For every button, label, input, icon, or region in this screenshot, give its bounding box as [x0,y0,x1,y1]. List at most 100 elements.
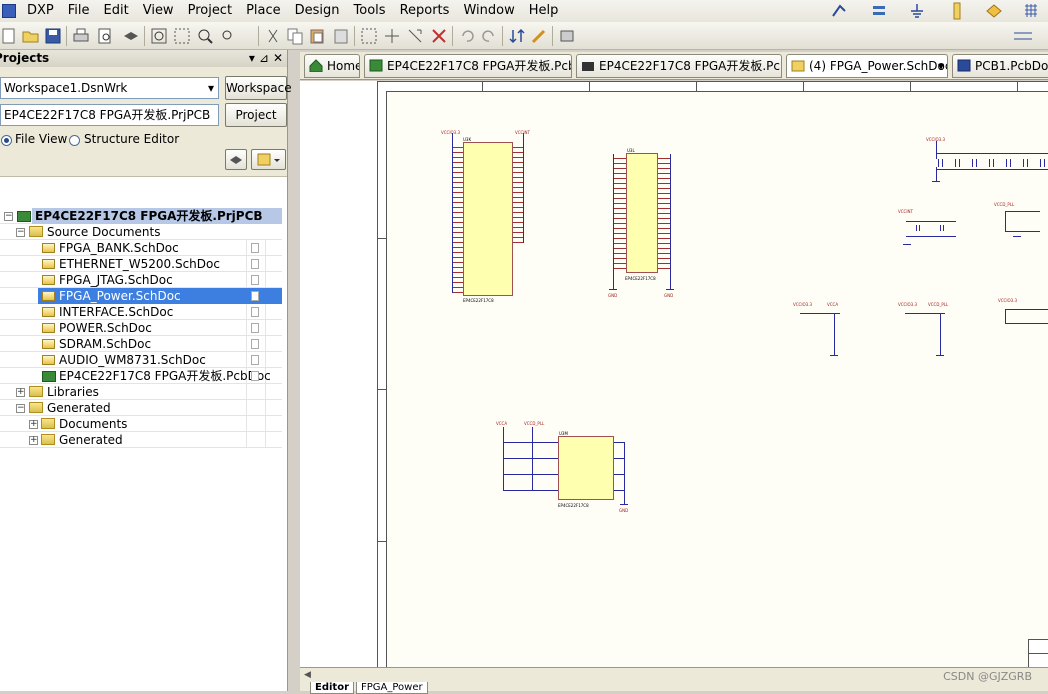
tab-fpga-power-active[interactable]: (4) FPGA_Power.SchDoc ▾ [786,54,948,78]
workspace-select[interactable]: Workspace1.DsnWrk ▾ [0,77,219,99]
panel-menu-icon[interactable]: ▾ [249,50,255,67]
tree-document[interactable]: FPGA_BANK.SchDoc [59,240,179,256]
undo-icon[interactable] [458,27,476,45]
panel-pin-icon[interactable]: ⊿ [259,50,269,67]
bottom-bar: Editor FPGA_Power [300,667,1048,694]
menu-design[interactable]: Design [288,0,347,22]
grid-tool-icon[interactable] [1022,0,1040,22]
menu-view[interactable]: View [136,0,181,22]
tree-generated-generated[interactable]: Generated [59,432,123,448]
select-area-icon[interactable] [360,27,378,45]
deselect-icon[interactable] [430,27,448,45]
tree-document[interactable]: ETHERNET_W5200.SchDoc [59,256,220,272]
tab-pcb1-label: PCB1.PcbDoc.I [975,59,1048,73]
net-label-vcca: VCCA [496,421,508,426]
cut-icon[interactable] [264,27,282,45]
tab-pcblib[interactable]: EP4CE22F17C8 FPGA开发板.PcbLib [576,54,782,78]
project-button[interactable]: Project [225,103,287,127]
zoom-fit-icon[interactable] [150,27,168,45]
tree-libraries[interactable]: Libraries [47,384,99,400]
tab-dropdown-chevron-icon[interactable]: ▾ [938,55,944,77]
menu-project[interactable]: Project [181,0,239,22]
folder-icon [29,402,43,413]
tree-document-selected[interactable]: FPGA_Power.SchDoc [59,288,181,304]
move-icon[interactable] [383,27,401,45]
hierarchy-icon[interactable] [508,27,526,45]
copy-icon[interactable] [286,27,304,45]
ground-tool-icon[interactable] [908,0,926,22]
move-selection-icon[interactable] [406,27,424,45]
scroll-left-icon[interactable]: ◀ [304,670,311,680]
tab-fpga-power-bottom[interactable]: FPGA_Power [356,682,428,694]
document-tabs: Home EP4CE22F17C8 FPGA开发板.PcbDoc EP4CE22… [300,52,1048,80]
tab-pcbdoc[interactable]: EP4CE22F17C8 FPGA开发板.PcbDoc [364,54,572,78]
menu-file[interactable]: File [61,0,97,22]
radio-file-view[interactable] [1,135,12,146]
radio-file-view-label: File View [15,132,68,146]
zoom-area-icon[interactable] [173,27,191,45]
tree-document[interactable]: FPGA_JTAG.SchDoc [59,272,173,288]
workspace-button[interactable]: Workspace [225,76,292,100]
net-label-vccio: VCCIO3.3 [998,298,1018,303]
tree-document[interactable]: AUDIO_WM8731.SchDoc [59,352,206,368]
port-tool-icon[interactable] [985,0,1003,22]
tree-project-root[interactable]: EP4CE22F17C8 FPGA开发板.PrjPCB [35,208,263,224]
tree-document[interactable]: SDRAM.SchDoc [59,336,151,352]
compile-icon[interactable] [558,27,576,45]
print-icon[interactable] [72,27,90,45]
project-field[interactable]: EP4CE22F17C8 FPGA开发板.PrjPCB [0,104,219,126]
tree-document[interactable]: POWER.SchDoc [59,320,152,336]
expand-icon[interactable]: + [29,436,38,445]
project-options-dropdown-icon[interactable] [251,149,286,170]
schematic-canvas[interactable]: VCCIO3.3 VCCINT U3K EP4CE22F17C8 U3L GND… [300,81,1048,671]
ground-symbol-icon [1013,236,1021,242]
component-u3m[interactable] [558,436,614,500]
tree-generated-documents[interactable]: Documents [59,416,127,432]
collapse-icon[interactable]: − [4,212,13,221]
panel-close-icon[interactable]: ✕ [273,50,283,67]
chevron-down-icon: ▾ [207,81,214,95]
open-folder-icon[interactable] [22,27,40,45]
component-u3l[interactable] [626,153,658,273]
tree-source-documents[interactable]: Source Documents [47,224,160,240]
tree-generated[interactable]: Generated [47,400,111,416]
menu-window[interactable]: Window [456,0,521,22]
menu-reports[interactable]: Reports [393,0,457,22]
bus-tool-icon[interactable] [870,0,888,22]
menu-dxp[interactable]: DXP [20,0,61,22]
schdoc-icon [42,275,55,285]
tab-editor[interactable]: Editor [310,682,354,694]
expand-icon[interactable]: + [29,420,38,429]
radio-structure-editor-label: Structure Editor [84,132,180,146]
radio-structure-editor[interactable] [69,135,80,146]
wire-tool-icon[interactable] [830,0,848,22]
print-preview-icon[interactable] [96,27,114,45]
tab-home[interactable]: Home [304,54,360,78]
tree-document[interactable]: EP4CE22F17C8 FPGA开发板.PcbDoc [59,368,271,384]
tab-pcb1[interactable]: PCB1.PcbDoc.I [952,54,1048,78]
cross-probe-icon[interactable] [530,27,548,45]
collapse-icon[interactable]: − [16,404,25,413]
menu-place[interactable]: Place [239,0,288,22]
component-u3k[interactable] [463,142,513,296]
wire-toolbar-icon[interactable] [1012,27,1032,45]
paste-icon[interactable] [308,27,326,45]
compile-project-icon[interactable] [225,149,247,170]
menu-help[interactable]: Help [522,0,566,22]
part-tool-icon[interactable] [948,0,966,22]
save-icon[interactable] [44,27,62,45]
menu-tools[interactable]: Tools [347,0,393,22]
menu-edit[interactable]: Edit [97,0,136,22]
new-icon[interactable] [0,27,18,45]
zoom-selected-icon[interactable] [196,27,214,45]
schdoc-icon [42,355,55,365]
layers-icon[interactable] [122,27,140,45]
expand-icon[interactable]: + [16,388,25,397]
collapse-icon[interactable]: − [16,228,25,237]
zoom-dropdown-icon[interactable] [220,27,238,45]
part-name-u3k: EP4CE22F17C8 [463,298,494,303]
rubber-stamp-icon[interactable] [332,27,350,45]
redo-icon[interactable] [480,27,498,45]
tree-document[interactable]: INTERFACE.SchDoc [59,304,173,320]
document-status-icon [251,243,259,253]
